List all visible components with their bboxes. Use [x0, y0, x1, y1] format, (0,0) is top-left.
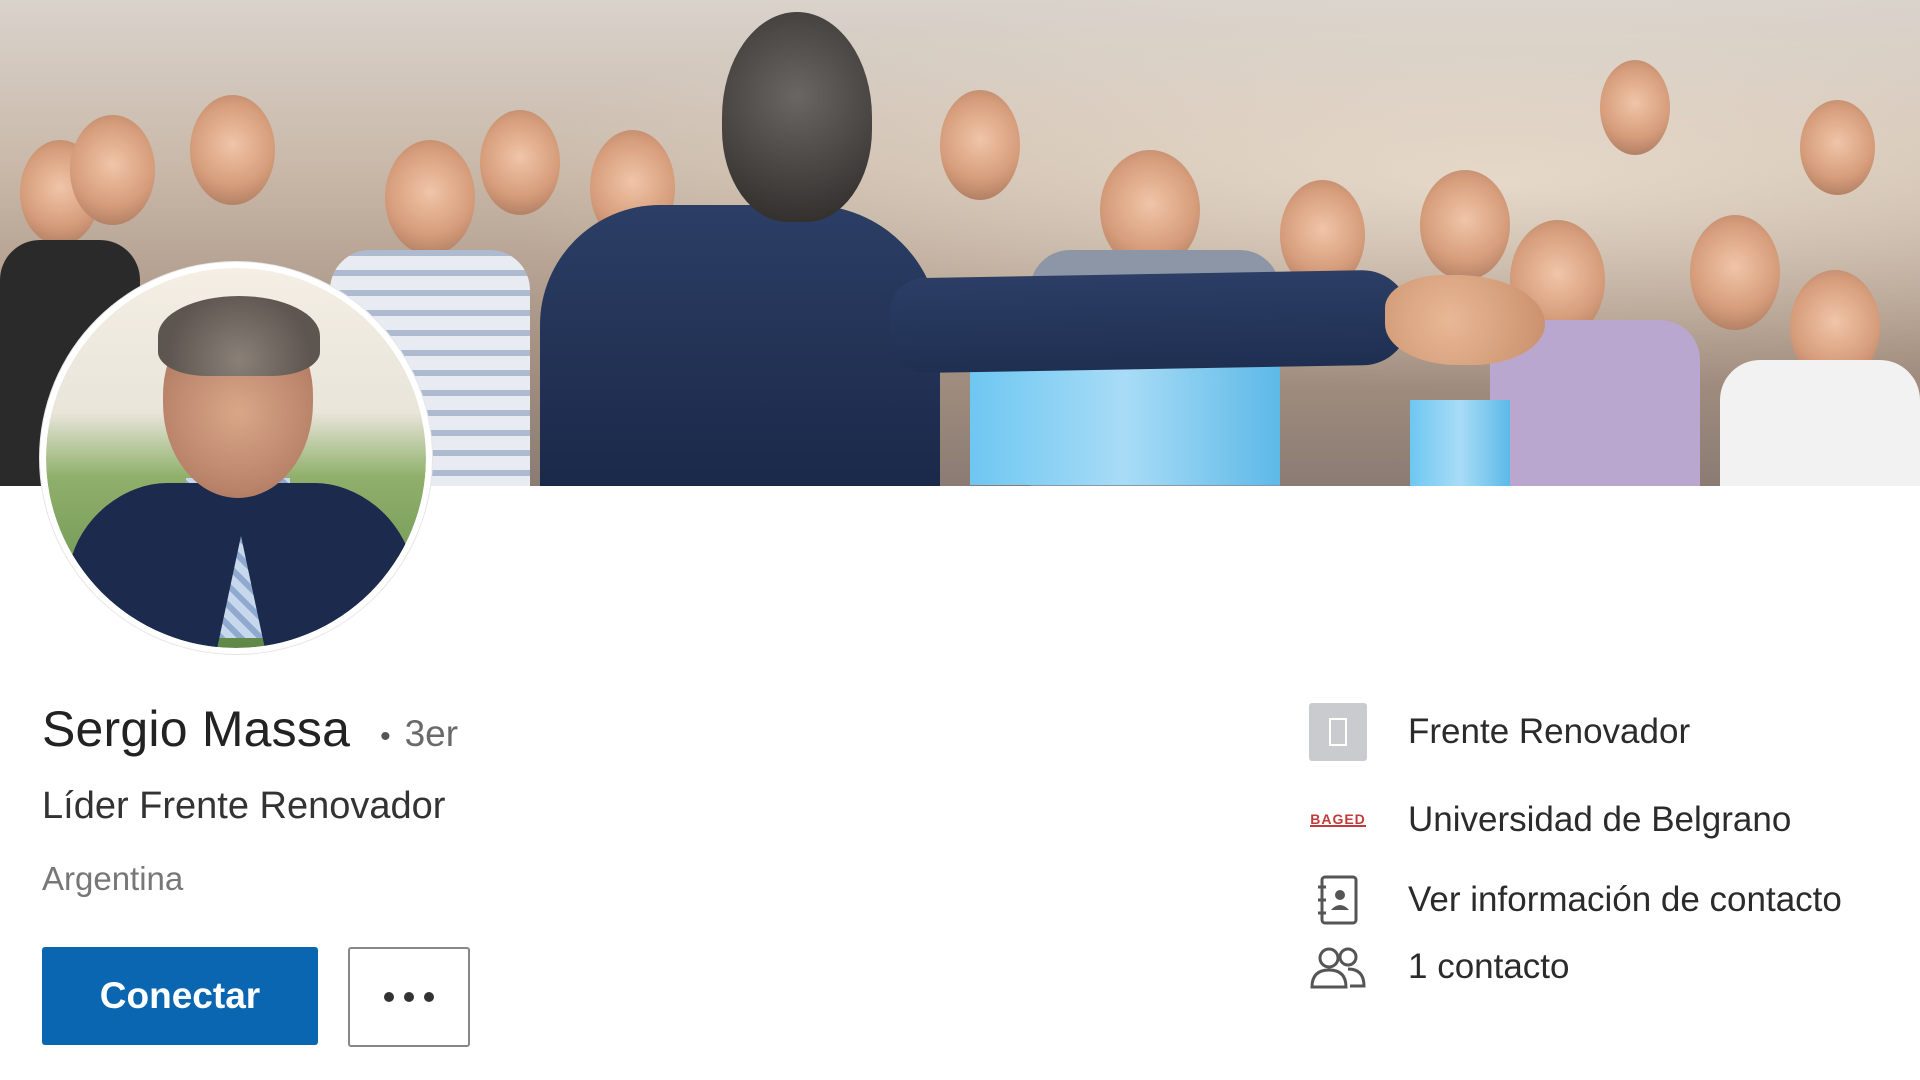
sidebar-item-company[interactable]: Frente Renovador [1308, 702, 1690, 762]
speaker-arm [889, 269, 1411, 374]
company-building-icon [1308, 702, 1368, 762]
profile-name-row: Sergio Massa • 3er [42, 700, 458, 758]
contact-book-icon [1308, 870, 1368, 930]
university-logo-icon: BAGED [1310, 811, 1366, 827]
profile-name: Sergio Massa [42, 701, 351, 757]
flag [1410, 400, 1510, 486]
sidebar-item-education[interactable]: BAGED Universidad de Belgrano [1308, 790, 1791, 850]
separator-dot: • [380, 720, 391, 753]
profile-location: Argentina [42, 860, 184, 897]
avatar-photo [46, 268, 426, 648]
profile-avatar[interactable] [40, 262, 432, 654]
avatar-jacket [229, 483, 426, 648]
avatar-jacket [46, 483, 253, 648]
sidebar-item-contact-info[interactable]: Ver información de contacto [1308, 870, 1842, 930]
crowd-person [1420, 170, 1510, 280]
ellipsis-icon [404, 992, 414, 1002]
connect-button[interactable]: Conectar [42, 947, 318, 1045]
ellipsis-icon [424, 992, 434, 1002]
crowd-shirt [1720, 360, 1920, 486]
crowd-person [1800, 100, 1875, 195]
crowd-person [385, 140, 475, 255]
speaker-head [722, 12, 872, 222]
sidebar-item-label: Universidad de Belgrano [1408, 800, 1792, 839]
crowd-person [1600, 60, 1670, 155]
crowd-person [70, 115, 155, 225]
crowd-person [480, 110, 560, 215]
avatar-hair [158, 296, 320, 376]
speaker-back [540, 205, 940, 486]
sidebar-item-label: Ver información de contacto [1408, 880, 1842, 919]
crowd-person [940, 90, 1020, 200]
sidebar-item-connections[interactable]: 1 contacto [1308, 937, 1570, 997]
connection-degree: 3er [404, 713, 459, 754]
sidebar-item-label: 1 contacto [1408, 947, 1570, 986]
sidebar-item-label: Frente Renovador [1408, 712, 1691, 751]
profile-headline: Líder Frente Renovador [42, 785, 446, 827]
ellipsis-icon [384, 992, 394, 1002]
crowd-person [190, 95, 275, 205]
crowd-person [1690, 215, 1780, 330]
people-icon [1308, 937, 1368, 997]
more-actions-button[interactable] [348, 947, 470, 1047]
